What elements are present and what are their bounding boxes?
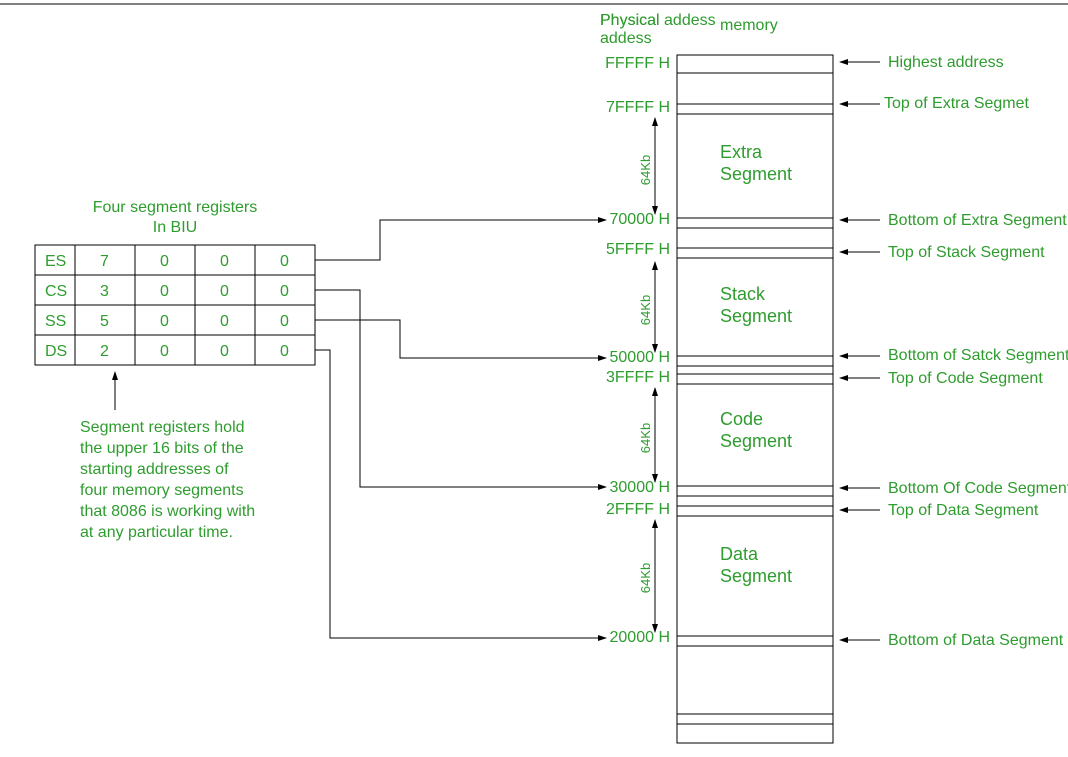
size-code: 64Kb: [638, 423, 653, 453]
seg-code: Code: [720, 409, 763, 429]
reg-cs-d3: 0: [280, 283, 289, 300]
reg-ss-d1: 0: [160, 313, 169, 330]
svg-text:addess: addess: [600, 30, 652, 47]
addr-3ffff: 3FFFF H: [606, 369, 670, 386]
reg-ds-d2: 0: [220, 343, 229, 360]
ptr-bottom-data: Bottom of Data Segment: [888, 632, 1064, 649]
desc-line5: that 8086 is working with: [80, 503, 255, 520]
connector-ss: [315, 320, 606, 358]
addr-fffff: FFFFF H: [605, 55, 670, 72]
ptr-bottom-code: Bottom Of Code Segment: [888, 480, 1068, 497]
seg-stack: Stack: [720, 284, 766, 304]
reg-ss-d3: 0: [280, 313, 289, 330]
reg-cs-d2: 0: [220, 283, 229, 300]
reg-es-d0: 7: [100, 253, 109, 270]
ptr-highest: Highest address: [888, 54, 1004, 71]
size-extra: 64Kb: [638, 155, 653, 185]
reg-title-1: Four segment registers: [93, 199, 258, 216]
svg-text:Physical: Physical: [600, 12, 660, 29]
size-stack: 64Kb: [638, 295, 653, 325]
connector-es: [315, 220, 606, 260]
reg-ss-d0: 5: [100, 313, 109, 330]
addr-70000: 70000 H: [610, 211, 671, 228]
addr-30000: 30000 H: [610, 479, 671, 496]
reg-es-d2: 0: [220, 253, 229, 270]
desc-line2: the upper 16 bits of the: [80, 440, 244, 457]
memory-header: memory: [720, 17, 778, 34]
memory-segmentation-diagram: Physical addess Physical addess memory F…: [0, 0, 1068, 757]
reg-cs-name: CS: [45, 283, 67, 300]
size-data: 64Kb: [638, 563, 653, 593]
addr-2ffff: 2FFFF H: [606, 501, 670, 518]
seg-extra: Extra: [720, 142, 763, 162]
desc-line6: at any particular time.: [80, 524, 233, 541]
reg-es-d3: 0: [280, 253, 289, 270]
ptr-top-extra: Top of Extra Segmet: [884, 95, 1030, 112]
desc-line3: starting addresses of: [80, 461, 229, 478]
reg-es-name: ES: [45, 253, 66, 270]
reg-ds-d0: 2: [100, 343, 109, 360]
desc-line1: Segment registers hold: [80, 419, 245, 436]
ptr-bottom-extra: Bottom of Extra Segment: [888, 212, 1067, 229]
reg-ds-name: DS: [45, 343, 67, 360]
reg-ds-d3: 0: [280, 343, 289, 360]
svg-text:Segment: Segment: [720, 431, 792, 451]
reg-cs-d1: 0: [160, 283, 169, 300]
ptr-top-data: Top of Data Segment: [888, 502, 1039, 519]
ptr-top-stack: Top of Stack Segment: [888, 244, 1045, 261]
seg-data: Data: [720, 544, 759, 564]
reg-cs-d0: 3: [100, 283, 109, 300]
connector-ds: [315, 350, 606, 638]
reg-ss-name: SS: [45, 313, 66, 330]
svg-text:Segment: Segment: [720, 566, 792, 586]
svg-text:Segment: Segment: [720, 306, 792, 326]
addr-20000: 20000 H: [610, 629, 671, 646]
addr-50000: 50000 H: [610, 349, 671, 366]
reg-ss-d2: 0: [220, 313, 229, 330]
addr-5ffff: 5FFFF H: [606, 241, 670, 258]
reg-ds-d1: 0: [160, 343, 169, 360]
ptr-bottom-stack: Bottom of Satck Segment: [888, 347, 1068, 364]
reg-es-d1: 0: [160, 253, 169, 270]
svg-text:Segment: Segment: [720, 164, 792, 184]
reg-title-2: In BIU: [153, 219, 197, 236]
ptr-top-code: Top of Code Segment: [888, 370, 1043, 387]
segment-register-table: ES 7 0 0 0 CS 3 0 0 0 SS 5 0 0 0 DS 2 0 …: [35, 245, 315, 365]
desc-line4: four memory segments: [80, 482, 244, 499]
addr-7ffff: 7FFFF H: [606, 99, 670, 116]
